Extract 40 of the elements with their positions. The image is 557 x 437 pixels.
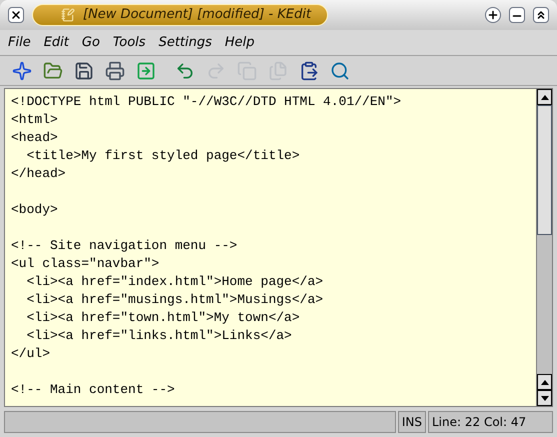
menu-item[interactable]: Help: [224, 32, 255, 52]
code-line: <li><a href="town.html">My town</a>: [26, 309, 301, 327]
cursor-position: Line: 22 Col: 47: [428, 411, 553, 433]
up-arrow-icon: [540, 380, 548, 384]
menu-item[interactable]: Tools: [112, 32, 146, 52]
plus-icon: [487, 9, 499, 21]
code-line: <!-- Main content -->: [11, 381, 176, 399]
code-line: <title>My first styled page</title>: [26, 147, 301, 165]
scroll-thumb[interactable]: [537, 105, 552, 235]
code-line: <li><a href="musings.html">Musings</a>: [26, 291, 324, 309]
maximize-icon: [535, 9, 547, 21]
code-line: <li><a href="links.html">Links</a>: [26, 327, 293, 345]
minimize-button[interactable]: [509, 7, 525, 23]
scroll-down-button[interactable]: [537, 390, 552, 406]
code-line: <ul class="navbar">: [11, 255, 160, 273]
down-arrow-icon: [540, 396, 548, 400]
menu-item[interactable]: Go: [82, 32, 100, 52]
insert-mode-indicator: INS: [398, 411, 426, 433]
code-line: <li><a href="index.html">Home page</a>: [26, 273, 324, 291]
code-line: <head>: [11, 129, 59, 147]
close-icon: [10, 9, 22, 21]
code-line: </ul>: [11, 345, 52, 363]
close-button[interactable]: [8, 7, 24, 23]
code-line: <html>: [11, 111, 59, 129]
text-editor[interactable]: [5, 89, 536, 406]
menu-item[interactable]: Edit: [44, 32, 69, 52]
code-line: <body>: [11, 201, 59, 219]
window-title: [New Document] [modified] - KEdit: [83, 6, 312, 24]
scroll-up-button[interactable]: [537, 89, 552, 105]
menu-item[interactable]: File: [8, 32, 31, 52]
code-line: <!DOCTYPE html PUBLIC "-//W3C//DTD HTML 4.01//EN">: [11, 93, 402, 111]
maximize-button[interactable]: [533, 7, 549, 23]
sticky-button[interactable]: [485, 7, 501, 23]
scroll-up-button[interactable]: [537, 374, 552, 390]
up-arrow-icon: [540, 94, 548, 100]
code-line: <!-- Site navigation menu -->: [11, 237, 238, 255]
code-line: </head>: [11, 165, 67, 183]
notepad-icon: [61, 8, 75, 22]
menu-item[interactable]: Settings: [158, 32, 212, 52]
scrollbar[interactable]: [536, 89, 552, 406]
